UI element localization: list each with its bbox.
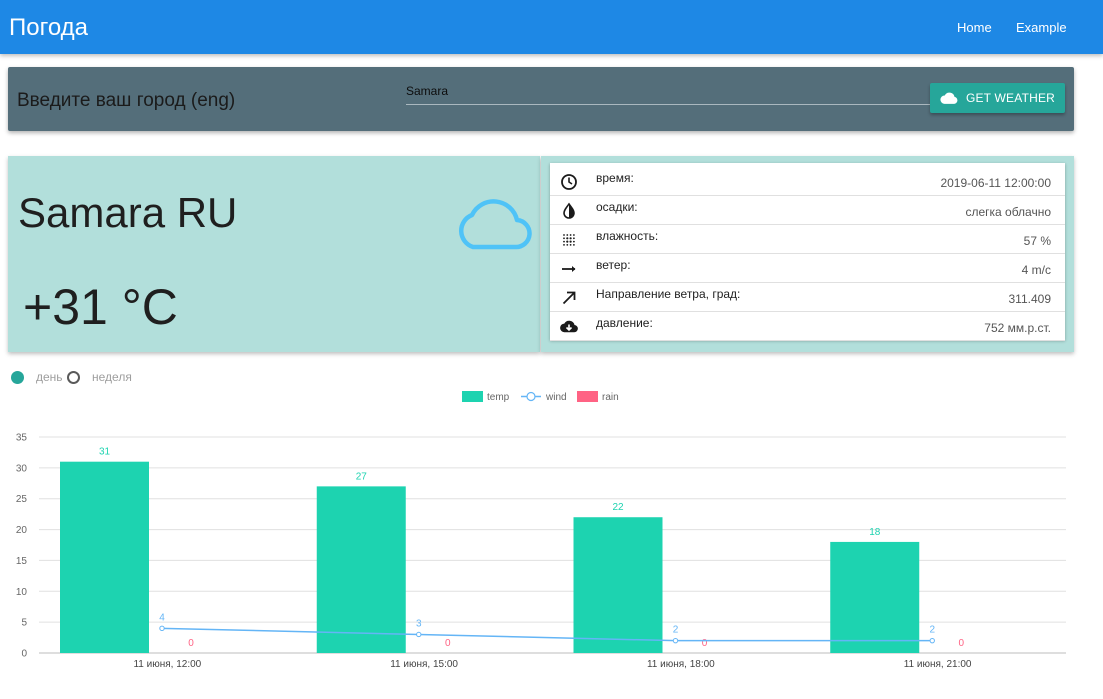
wind-point	[416, 631, 422, 638]
wind-data-label: 3	[416, 618, 422, 629]
x-tick-label: 11 июня, 21:00	[904, 659, 972, 670]
temp-data-label: 31	[99, 447, 111, 458]
y-tick-label: 20	[16, 525, 28, 536]
detail-value: 311.409	[1008, 292, 1052, 306]
detail-row-pressure: давление: 752 мм.р.ст.	[550, 312, 1065, 341]
detail-row-wind-direction: Направление ветра, град: 311.409	[550, 283, 1065, 312]
wind-line	[161, 627, 933, 642]
dots-grid-icon	[563, 234, 575, 246]
detail-value: 57 %	[1023, 234, 1051, 248]
temp-bar	[573, 517, 663, 653]
cloud-icon	[940, 92, 958, 104]
y-tick-label: 25	[16, 494, 28, 505]
rain-data-label: 0	[188, 638, 194, 649]
x-tick-label: 11 июня, 15:00	[390, 659, 458, 670]
detail-row-time: время: 2019-06-11 12:00:00	[550, 167, 1065, 196]
y-tick-label: 0	[21, 649, 27, 660]
search-panel: Введите ваш город (eng) GET WEATHER	[8, 67, 1074, 131]
nav-link-example[interactable]: Example	[1016, 20, 1067, 35]
wind-data-label: 4	[159, 612, 165, 623]
detail-label: давление:	[596, 316, 653, 330]
legend-rain-swatch	[577, 391, 598, 402]
wind-point	[159, 625, 165, 632]
cloud-download-icon	[560, 320, 578, 333]
legend-wind-marker	[526, 391, 536, 402]
rain-data-label: 0	[702, 638, 708, 649]
temp-bar	[60, 461, 149, 653]
current-weather-card: Samara RU +31 °C	[8, 156, 540, 352]
clock-icon	[561, 174, 577, 190]
detail-label: ветер:	[596, 258, 631, 272]
city-input[interactable]	[406, 77, 932, 105]
x-tick-label: 11 июня, 18:00	[647, 659, 715, 670]
legend-wind-label: wind	[545, 392, 567, 403]
detail-value: 4 m/c	[1021, 263, 1051, 277]
arrow-right-icon	[562, 266, 576, 272]
wind-data-label: 2	[929, 625, 935, 636]
city-name: Samara RU	[18, 189, 238, 236]
rain-data-label: 0	[958, 638, 964, 649]
nav-link-home[interactable]: Home	[957, 20, 992, 35]
y-tick-label: 5	[21, 618, 27, 629]
temp-data-label: 22	[612, 502, 624, 513]
wind-point	[672, 637, 679, 644]
app-brand[interactable]: Погода	[9, 14, 88, 42]
y-tick-label: 30	[16, 463, 28, 474]
detail-row-wind: ветер: 4 m/c	[550, 254, 1065, 283]
temp-data-label: 27	[356, 471, 368, 482]
forecast-chart: 0510152025303511 июня, 12:00 11 июня, 15:…	[16, 391, 1066, 670]
x-tick-label: 11 июня, 12:00	[133, 659, 201, 670]
wind-data-label: 2	[673, 625, 679, 636]
detail-value: 2019-06-11 12:00:00	[940, 176, 1051, 190]
details-list: время: 2019-06-11 12:00:00 осадки: слегк…	[550, 163, 1065, 341]
legend-temp-swatch	[462, 391, 483, 402]
contrast-icon	[563, 202, 575, 219]
get-weather-label: GET WEATHER	[965, 91, 1056, 105]
current-temperature: +31 °C	[23, 279, 178, 335]
temp-bar	[830, 541, 920, 653]
detail-row-precipitation: осадки: слегка облачно	[550, 196, 1065, 225]
detail-label: время:	[596, 171, 634, 185]
detail-label: осадки:	[596, 200, 638, 214]
detail-value: слегка облачно	[965, 205, 1051, 219]
wind-point	[929, 637, 935, 644]
city-prompt-label: Введите ваш город (eng)	[17, 90, 236, 111]
rain-data-label: 0	[445, 638, 451, 649]
get-weather-button[interactable]: GET WEATHER	[930, 83, 1065, 113]
detail-value: 752 мм.р.ст.	[984, 321, 1051, 335]
detail-row-humidity: влажность: 57 %	[550, 225, 1065, 254]
details-panel: время: 2019-06-11 12:00:00 осадки: слегк…	[541, 156, 1074, 352]
top-navbar: Погода Home Example	[0, 0, 1103, 54]
legend-rain-label: rain	[602, 392, 619, 403]
cloud-icon	[459, 199, 532, 250]
y-tick-label: 15	[16, 556, 28, 567]
temp-data-label: 18	[869, 527, 881, 538]
legend-temp-label: temp	[487, 392, 510, 403]
detail-label: влажность:	[596, 229, 659, 243]
arrow-diagonal-icon	[562, 291, 576, 305]
y-tick-label: 10	[16, 587, 28, 598]
temp-bar	[316, 486, 406, 653]
detail-label: Направление ветра, град:	[596, 287, 741, 301]
y-tick-label: 35	[16, 433, 28, 444]
